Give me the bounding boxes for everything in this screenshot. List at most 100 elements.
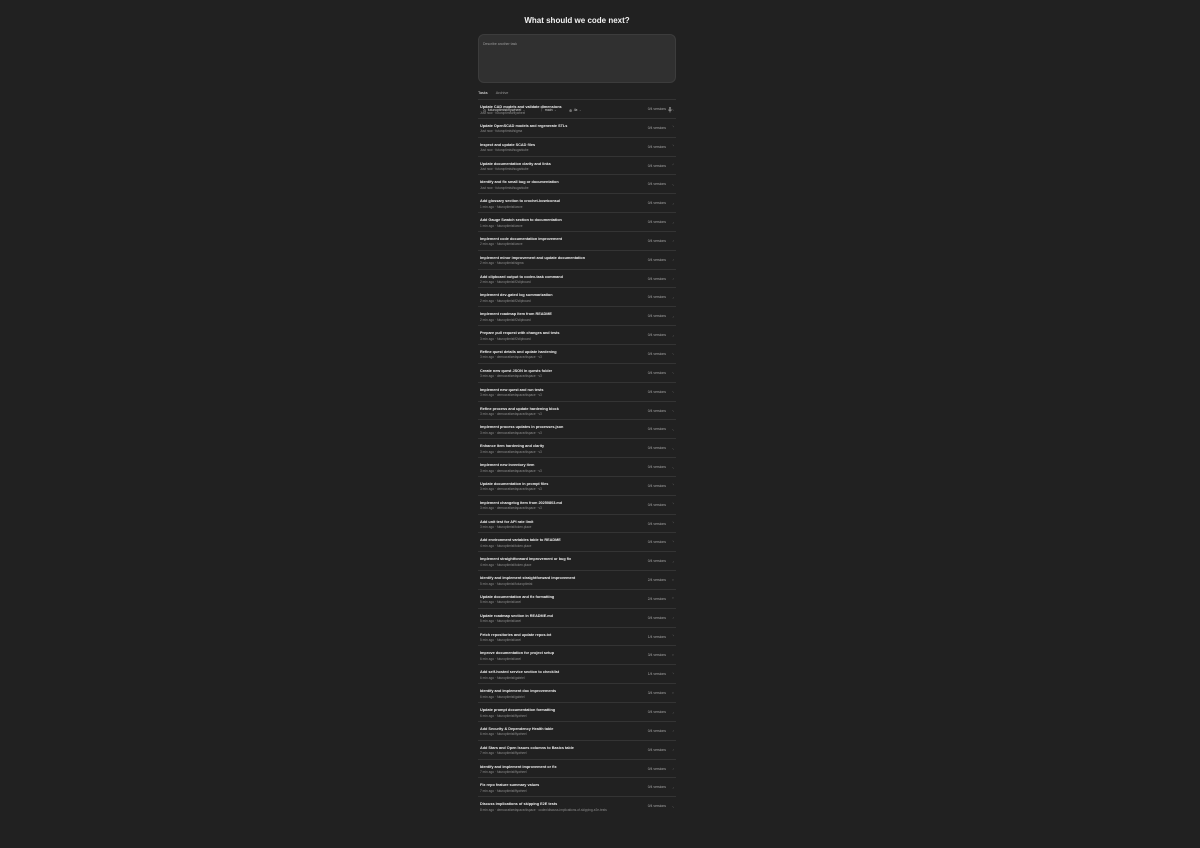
status-spinner-icon: ◌ [671,690,674,695]
status-spinner-icon: ◝ [672,502,674,507]
task-versions: 0/4 versions [647,615,666,620]
task-row[interactable]: Update documentation clarity and links Ju… [478,155,676,175]
task-title: Inspect and update SCAD files [480,142,536,147]
task-row[interactable]: Identify and implement doc improvements 6… [478,683,676,702]
task-title: Identify and implement improvement or fi… [480,764,557,769]
task-title: Update documentation clarity and links [480,161,551,166]
task-versions: 0/4 versions [647,182,666,187]
task-versions: 0/4 versions [647,766,666,771]
task-title: Update roadmap section in README.md [480,613,553,618]
task-row[interactable]: Implement dev-gated log summarization 2 m… [478,287,676,306]
task-row[interactable]: Implement new inventory item 3 min ago · … [478,457,676,476]
status-spinner-icon: ◟ [672,426,674,431]
task-versions: 0/4 versions [647,295,666,300]
task-row[interactable]: Create new quest JSON in quests folder 3 … [478,362,676,382]
task-row[interactable]: Inspect and update SCAD files Just now · … [478,136,676,156]
task-row[interactable]: Implement process updates in processes.j… [478,419,676,438]
task-title: Implement changelog item from 20250803.m… [480,500,563,505]
status-spinner-icon: ◌ [671,596,674,601]
task-row[interactable]: Add Stars and Open Issues columns to Bas… [478,739,676,759]
status-spinner-icon: ◞ [672,558,674,563]
task-versions: 0/4 versions [647,710,666,714]
task-row[interactable]: Improve documentation for project setup 6… [478,645,676,664]
task-row[interactable]: Fetch repositories and update repos.txt 5… [478,626,676,646]
status-spinner-icon: ◞ [672,257,674,262]
task-row[interactable]: Update prompt documentation formatting 6 … [478,702,676,721]
status-spinner-icon: ◝ [672,144,674,149]
task-title: Add Gauge Swatch section to documentatio… [480,218,562,223]
status-spinner-icon: ◝ [672,125,674,130]
task-versions: 1/4 versions [647,634,666,639]
status-spinner-icon: ◞ [672,709,674,714]
task-row[interactable]: Add Gauge Swatch section to documentatio… [478,212,676,231]
task-meta: 1 min ago · futuroptimist/wove [480,204,523,209]
task-versions: 0/4 versions [647,238,666,243]
task-versions: 0/4 versions [647,107,666,111]
task-row[interactable]: Add environment variables table to READM… [478,532,676,551]
status-spinner-icon: ◞ [672,294,674,299]
task-title: Create new quest JSON in quests folder [480,368,553,373]
task-row[interactable]: Implement code documentation improvement… [478,230,676,250]
task-row[interactable]: Identify and implement straightforward i… [478,570,676,589]
task-versions: 0/4 versions [647,314,666,319]
status-spinner-icon: ◌ [671,652,674,657]
task-meta: 6 min ago · futuroptimist/axel [480,656,521,661]
task-row[interactable]: Update documentation in prompt files 3 mi… [478,475,676,495]
task-row[interactable]: Prepare pull request with changes and te… [478,325,676,344]
status-spinner-icon: ◟ [672,445,674,450]
task-row[interactable]: Enhance item hardening and clarity 3 min … [478,438,676,457]
status-spinner-icon: ◝ [672,671,674,676]
task-row[interactable]: Add Security & Dependency Health table 6 … [478,720,676,740]
status-spinner-icon: ◝ [672,483,674,488]
task-row[interactable]: Implement minor improvement and update d… [478,249,676,269]
task-title: Implement roadmap item from README [480,312,552,317]
task-input[interactable] [483,40,663,48]
task-versions: 2/4 versions [647,578,666,583]
task-row[interactable]: Add self-hosted service section to check… [478,664,676,683]
task-title: Update documentation and fix formatting [480,594,555,599]
task-title: Update OpenSCAD models and regenerate ST… [480,123,568,128]
task-meta: 3 min ago · democratizedspace/dspace · v… [480,374,542,379]
task-row[interactable]: Add clipboard output to codex-task comma… [478,268,676,288]
task-row[interactable]: Implement changelog item from 20250803.m… [478,494,676,514]
task-title: Add Security & Dependency Health table [480,726,554,731]
task-meta: 3 min ago · democratizedspace/dspace · v… [480,506,542,511]
task-row[interactable]: Discuss implications of skipping E2E tes… [478,796,676,815]
task-row[interactable]: Add glossary section to crochet-bowtcons… [478,193,676,212]
task-row[interactable]: Identify and fix small bug or documentat… [478,174,676,193]
task-title: Improve documentation for project setup [480,651,555,656]
task-row[interactable]: Refine quest details and update hardenin… [478,343,676,363]
task-row[interactable]: Implement new quest and run tests 3 min a… [478,381,676,401]
task-versions: 0/4 versions [647,446,666,451]
task-row[interactable]: Update documentation and fix formatting 5… [478,588,676,608]
task-title: Add unit test for API rate limit [480,519,534,524]
task-row[interactable]: Update CAD models and validate dimension… [478,99,676,118]
task-title: Implement process updates in processes.j… [480,425,564,430]
status-spinner-icon: ◞ [672,747,674,752]
status-spinner-icon: ◝ [672,539,674,544]
task-row[interactable]: Add unit test for API rate limit 3 min ag… [478,513,676,533]
task-row[interactable]: Implement straightforward improvement or… [478,551,676,570]
task-title: Update CAD models and validate dimension… [480,105,562,109]
task-row[interactable]: Update OpenSCAD models and regenerate ST… [478,117,676,137]
task-versions: 0/4 versions [647,502,666,507]
task-meta: 4 min ago · futuroptimist/token.place [480,543,532,548]
task-title: Refine process and update hardening bloc… [480,406,559,411]
status-spinner-icon: ◟ [672,181,674,186]
task-versions: 0/4 versions [647,144,666,149]
task-meta: 6 min ago · futuroptimist/gabriel [480,675,525,680]
task-row[interactable]: Identify and implement improvement or fi… [478,758,676,778]
task-row[interactable]: Fix repo feature summary values 7 min ago… [478,777,676,796]
task-title: Add Stars and Open Issues columns to Bas… [480,745,574,750]
status-spinner-icon: ◞ [672,728,674,733]
status-spinner-icon: ◝ [672,634,674,639]
task-versions: 0/4 versions [647,465,666,470]
task-title: Add self-hosted service section to check… [480,670,560,675]
status-spinner-icon: ◞ [672,200,674,205]
status-spinner-icon: ◞ [672,332,674,337]
task-row[interactable]: Implement roadmap item from README 2 min … [478,306,676,325]
task-meta: 7 min ago · futuroptimist/flywheel [480,770,527,775]
task-row[interactable]: Update roadmap section in README.md 5 min… [478,607,676,627]
task-meta: 3 min ago · futuroptimist/f2clipboard [480,336,531,341]
task-row[interactable]: Refine process and update hardening bloc… [478,400,676,420]
